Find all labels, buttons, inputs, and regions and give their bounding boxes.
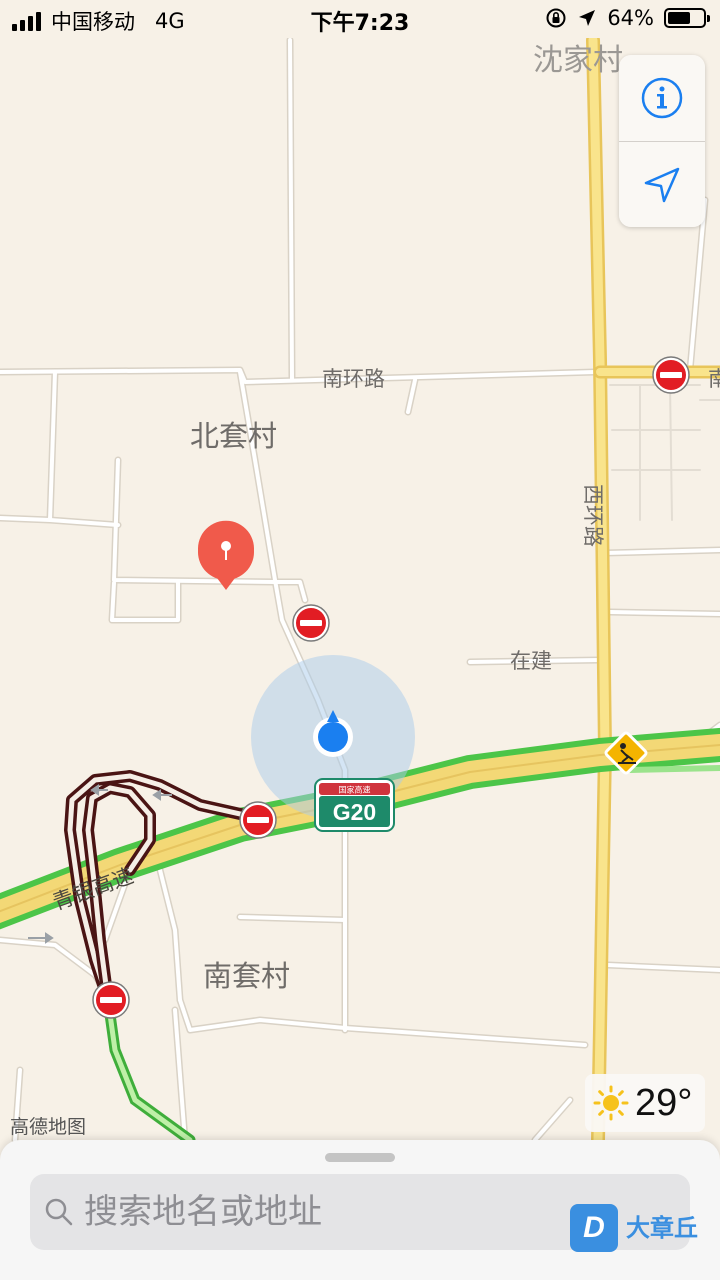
watermark-logo: D (570, 1204, 618, 1252)
location-arrow-icon (644, 167, 680, 203)
status-bar: 中国移动 4G 下午7:23 64% (0, 0, 720, 38)
status-right: 64% (545, 6, 710, 30)
sheet-grabber[interactable] (325, 1153, 395, 1162)
no-entry-icon[interactable] (239, 801, 277, 839)
location-services-icon (579, 10, 596, 26)
shield-route-text: G20 (333, 799, 376, 825)
temperature: 29° (635, 1081, 693, 1124)
no-entry-icon[interactable] (92, 981, 130, 1019)
label-under-construction: 在建 (510, 649, 552, 673)
sun-icon (593, 1085, 629, 1121)
battery-percent: 64% (607, 6, 654, 30)
info-button[interactable] (619, 55, 705, 141)
highway-shield-g20[interactable]: 国家高速 G20 (314, 778, 395, 832)
label-nantao-village: 南套村 (203, 959, 290, 993)
battery-level (668, 12, 690, 24)
label-xihuan-road: 西环路 (581, 484, 605, 547)
locate-button[interactable] (619, 142, 705, 228)
no-entry-icon[interactable] (292, 604, 330, 642)
info-icon (641, 77, 683, 119)
map-attribution[interactable]: 高德地图 (10, 1112, 86, 1139)
weather-widget[interactable]: 29° (585, 1074, 705, 1132)
no-entry-icon[interactable] (652, 356, 690, 394)
watermark-text: 大章丘 (626, 1213, 698, 1242)
watermark: D 大章丘 (570, 1204, 698, 1252)
rotation-lock-icon (546, 8, 566, 28)
map-controls (619, 55, 705, 227)
search-icon (44, 1197, 74, 1227)
label-beitao-village: 北套村 (190, 419, 277, 453)
label-shenjia-village: 沈家村 (533, 43, 623, 78)
label-road-edge: 南 (708, 367, 720, 391)
battery-icon (664, 8, 710, 28)
label-nanhuan-road: 南环路 (322, 367, 385, 391)
shield-top-text: 国家高速 (339, 785, 371, 795)
